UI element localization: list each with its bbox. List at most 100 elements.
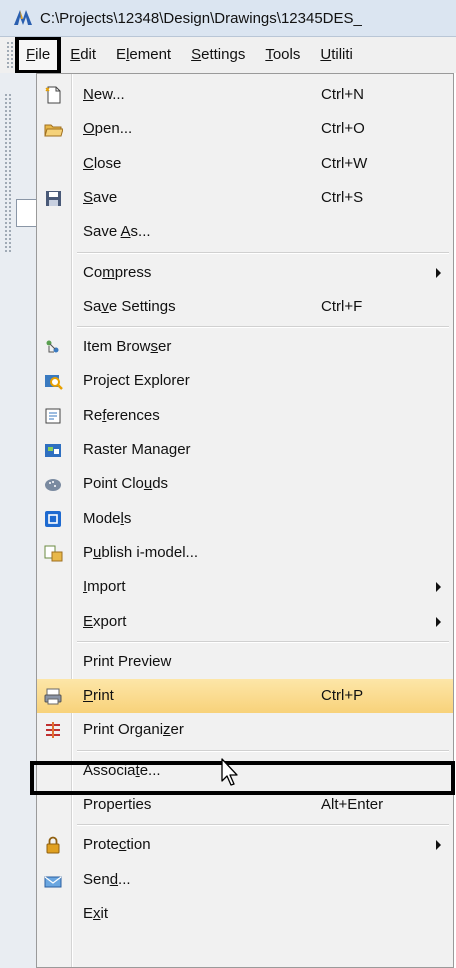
menu-item-label: Exit [83, 897, 108, 931]
menu-item-send[interactable]: Send... [37, 863, 453, 897]
menu-item-label: Print [83, 679, 114, 713]
menu-item-point-clouds[interactable]: Point Clouds [37, 467, 453, 501]
menu-element[interactable]: Element [106, 37, 181, 73]
menu-item-print-preview[interactable]: Print Preview [37, 645, 453, 679]
menu-item-import[interactable]: Import [37, 570, 453, 604]
new-file-icon [45, 86, 61, 104]
shortcut-label: Ctrl+W [321, 154, 368, 172]
menu-item-project-explorer[interactable]: Project Explorer [37, 364, 453, 398]
menu-item-label: Send... [83, 863, 131, 897]
menu-item-label: Open... [83, 112, 132, 146]
menu-separator [77, 824, 449, 827]
microstation-logo-icon [14, 10, 32, 25]
submenu-arrow-icon [436, 582, 441, 593]
menu-item-protection[interactable]: Protection [37, 828, 453, 862]
label-part: ave [93, 188, 118, 206]
accelerator-letter: O [83, 120, 95, 138]
label-part: erences [106, 406, 160, 424]
toolbar-grip[interactable] [6, 41, 16, 69]
label-part: Point Clo [83, 475, 144, 493]
label-part: Print Organi [83, 721, 164, 739]
menu-separator [77, 640, 449, 643]
menu-label-part: ile [35, 46, 51, 63]
accelerator-letter: C [83, 154, 94, 172]
label-part: rint [93, 687, 114, 705]
menu-item-item-browser[interactable]: Item Browser [37, 330, 453, 364]
menu-separator [77, 251, 449, 254]
label-part: tion [126, 836, 151, 854]
shortcut-label: Ctrl+F [321, 297, 363, 315]
menu-item-exit[interactable]: Exit [37, 897, 453, 931]
menu-file[interactable]: File [14, 37, 62, 73]
accelerator-letter: S [83, 188, 94, 206]
printer-icon [44, 688, 62, 705]
mouse-pointer-icon [221, 758, 238, 786]
menu-item-label: Export [83, 605, 126, 639]
open-folder-icon [44, 124, 63, 137]
menu-item-label: Print Preview [83, 645, 171, 679]
label-part: xport [93, 612, 127, 630]
menu-item-label: Print Organizer [83, 713, 184, 747]
menu-item-publish-i-model[interactable]: Publish i-model... [37, 536, 453, 570]
models-icon [45, 510, 61, 527]
label-part: Pro [83, 372, 107, 390]
label-part: s [123, 509, 132, 527]
file-menu-dropdown: New... Ctrl+N Open... Ctrl+O Close Ctrl+W Save… [36, 73, 454, 968]
menu-item-models[interactable]: Models [37, 502, 453, 536]
accelerator-letter: x [93, 904, 101, 922]
label-part: ect Explorer [109, 372, 190, 390]
menu-label-part: dit [80, 46, 97, 63]
menu-item-save-as[interactable]: Save As... [37, 215, 453, 249]
label-part: ew... [93, 86, 125, 103]
shortcut-label: Alt+Enter [321, 796, 384, 813]
submenu-arrow-icon [436, 616, 441, 627]
shortcut-label: Ctrl+P [321, 687, 364, 705]
menu-item-new[interactable]: New... Ctrl+N [37, 78, 453, 112]
label-part: s... [130, 223, 151, 241]
menu-tools[interactable]: Tools [255, 37, 310, 73]
menu-edit[interactable]: Edit [60, 37, 106, 73]
menu-item-open[interactable]: Open... Ctrl+O [37, 112, 453, 146]
left-toolbar-strip [0, 73, 38, 968]
accelerator-letter: s [150, 338, 159, 356]
menu-item-references[interactable]: References [37, 399, 453, 433]
label-part: press [114, 263, 152, 281]
menu-label-part: tiliti [331, 46, 353, 63]
menu-utilities[interactable]: Utiliti [310, 37, 363, 73]
menu-item-export[interactable]: Export [37, 605, 453, 639]
menu-item-label: Associate... [83, 754, 161, 788]
label-part: Save [83, 223, 121, 241]
menu-item-save-settings[interactable]: Save Settings Ctrl+F [37, 290, 453, 324]
item-browser-icon [46, 340, 59, 353]
accelerator-letter: E [83, 612, 94, 630]
menu-item-print[interactable]: Print Ctrl+P [37, 679, 453, 714]
left-panel-tab[interactable] [16, 199, 38, 227]
submenu-arrow-icon [436, 840, 441, 851]
menu-item-compress[interactable]: Compress [37, 256, 453, 290]
menu-item-properties[interactable]: Properties Alt+Enter [37, 788, 453, 822]
accelerator-letter: m [102, 263, 115, 281]
label-part: Co [83, 263, 103, 281]
accelerator-letter: N [83, 86, 94, 103]
toolbar-grip-vertical[interactable] [4, 93, 12, 253]
shortcut-label: Ctrl+N [321, 86, 364, 103]
menu-settings[interactable]: Settings [181, 37, 255, 73]
label-part: Re [83, 406, 103, 424]
menu-item-label: Properties [83, 788, 151, 822]
menu-accelerator-letter: S [191, 46, 202, 63]
menu-item-print-organizer[interactable]: Print Organizer [37, 713, 453, 747]
menu-label-part: ools [272, 46, 301, 63]
menu-accelerator-letter: F [26, 46, 36, 63]
menu-item-label: New... [83, 78, 125, 112]
menu-item-label: Save Settings [83, 290, 176, 324]
menu-label-part: ement [129, 46, 172, 63]
menu-item-associate[interactable]: Associate... [37, 754, 453, 788]
accelerator-letter: P [83, 687, 94, 705]
menu-item-raster-manager[interactable]: Raster Manager [37, 433, 453, 467]
menu-item-save[interactable]: Save Ctrl+S [37, 181, 453, 215]
label-part: er [177, 441, 191, 458]
label-part: Sa [83, 297, 102, 315]
menu-item-label: Models [83, 502, 131, 536]
menu-item-close[interactable]: Close Ctrl+W [37, 147, 453, 181]
accelerator-letter: v [101, 297, 109, 315]
